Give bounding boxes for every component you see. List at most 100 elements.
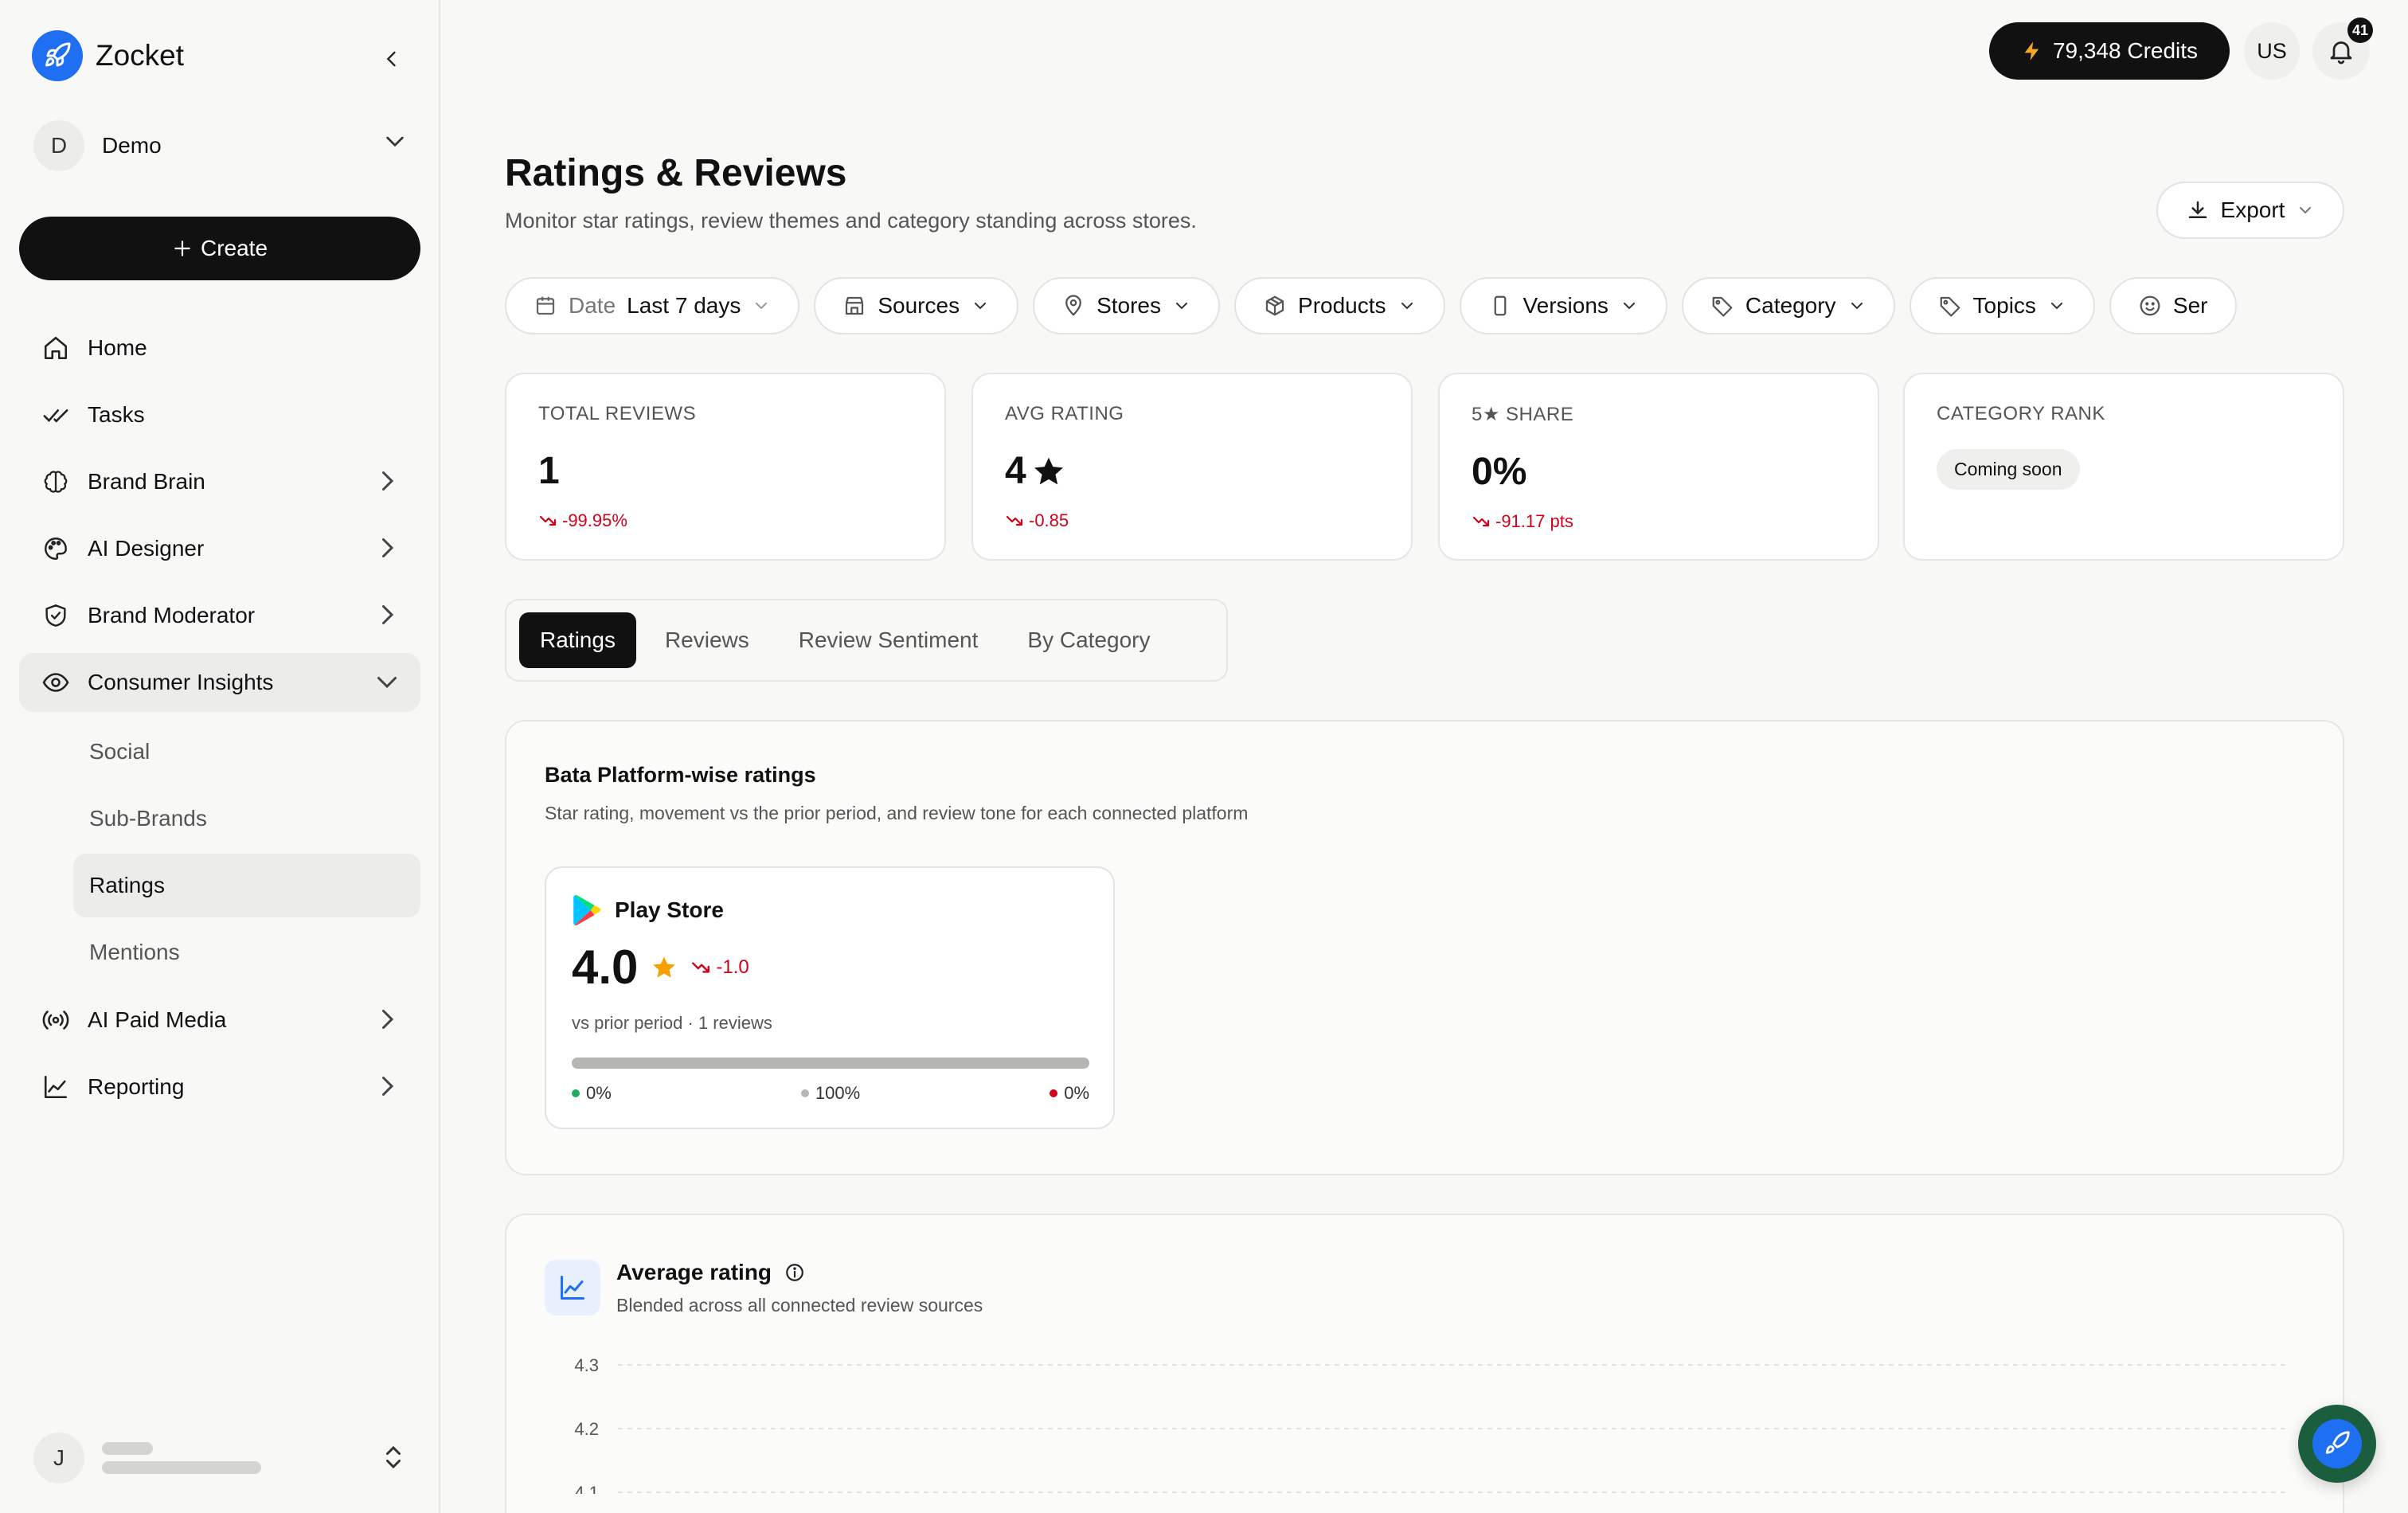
- brand[interactable]: Zocket: [32, 30, 184, 81]
- platform-note: vs prior period · 1 reviews: [572, 1013, 772, 1033]
- tab-ratings[interactable]: Ratings: [519, 612, 636, 668]
- brain-icon: [40, 466, 72, 498]
- kpi-label: TOTAL REVIEWS: [538, 403, 697, 424]
- platform-rating-value: 4.0: [572, 940, 639, 994]
- kpi-delta-text: -91.17 pts: [1495, 511, 1573, 531]
- shield-icon: [40, 600, 72, 631]
- date-filter-label: Date: [569, 293, 616, 318]
- tone-positive-value: 0%: [586, 1083, 612, 1103]
- chevron-right-icon: [382, 471, 394, 491]
- chevron-right-icon: [382, 1077, 394, 1096]
- kpi-value: 4: [1005, 449, 1379, 493]
- kpi-avg-rating: AVG RATING 4 -0.85: [971, 373, 1413, 561]
- redacted-user-name: [102, 1442, 153, 1455]
- sidebar-item-ai-paid-media[interactable]: AI Paid Media: [19, 991, 420, 1050]
- positive-dot: [572, 1089, 580, 1097]
- sentiment-filter-label: Ser: [2172, 293, 2208, 318]
- workspace-name: Demo: [102, 133, 162, 158]
- versions-filter[interactable]: Versions: [1459, 277, 1667, 334]
- tone-legend: 0% 100% 0%: [572, 1083, 1089, 1104]
- kpi-delta-text: -99.95%: [562, 510, 627, 530]
- credits-button[interactable]: 79,348 Credits: [1989, 22, 2230, 80]
- sidebar-item-ai-designer[interactable]: AI Designer: [19, 519, 420, 578]
- collapse-sidebar-button[interactable]: [374, 41, 409, 76]
- sentiment-filter[interactable]: Ser: [2109, 277, 2237, 334]
- topics-filter[interactable]: Topics: [1909, 277, 2095, 334]
- chart-subtitle: Blended across all connected review sour…: [616, 1295, 983, 1316]
- stores-filter[interactable]: Stores: [1033, 277, 1221, 334]
- tone-neutral-segment: [572, 1058, 1089, 1069]
- date-filter[interactable]: Date Last 7 days: [505, 277, 800, 334]
- calendar-icon: [536, 296, 555, 315]
- kpi-delta-text: -0.85: [1029, 510, 1069, 530]
- user-menu[interactable]: J: [33, 1432, 408, 1484]
- y-tick-label: 4.2: [574, 1419, 599, 1439]
- chevron-right-icon: [382, 538, 394, 557]
- sidebar-subitem-ratings[interactable]: Ratings: [73, 854, 420, 917]
- star-icon: [1034, 457, 1063, 484]
- platform-ratings-panel: Bata Platform-wise ratings Star rating, …: [505, 720, 2344, 1175]
- notifications-button[interactable]: 41: [2312, 18, 2373, 80]
- chart-line-icon: [545, 1260, 600, 1316]
- sidebar-item-tasks[interactable]: Tasks: [19, 385, 420, 444]
- sources-filter[interactable]: Sources: [814, 277, 1019, 334]
- sidebar-item-label: AI Designer: [88, 536, 205, 561]
- info-icon: [786, 1264, 803, 1281]
- platform-card-play-store[interactable]: Play Store 4.0 -1.0 vs prior period · 1 …: [545, 866, 1115, 1129]
- export-button[interactable]: Export: [2156, 182, 2344, 239]
- review-tone-bar: [572, 1058, 1089, 1069]
- palette-icon: [40, 533, 72, 565]
- sources-filter-label: Sources: [878, 293, 960, 318]
- platform-card-header: Play Store: [572, 893, 724, 927]
- region-selector[interactable]: US: [2244, 22, 2300, 80]
- redacted-user-email: [102, 1461, 261, 1474]
- filter-bar: Date Last 7 days Sources Stores Products…: [505, 277, 2344, 334]
- export-label: Export: [2220, 197, 2285, 222]
- broadcast-icon: [40, 1004, 72, 1036]
- sidebar-item-label: Consumer Insights: [88, 670, 274, 694]
- category-filter[interactable]: Category: [1681, 277, 1895, 334]
- tone-negative: 0%: [1050, 1083, 1089, 1104]
- panel-subtitle: Star rating, movement vs the prior perio…: [545, 803, 1249, 823]
- kpi-value: 0%: [1472, 450, 1846, 494]
- sidebar-subitem-label: Sub-Brands: [89, 806, 207, 831]
- workspace-avatar: D: [33, 120, 84, 171]
- tab-review-sentiment[interactable]: Review Sentiment: [778, 612, 999, 668]
- stores-filter-label: Stores: [1096, 293, 1162, 318]
- chevron-down-icon: [975, 303, 987, 310]
- workspace-switcher[interactable]: D Demo: [33, 119, 408, 172]
- chevron-down-icon: [1401, 303, 1413, 310]
- sidebar-item-brand-brain[interactable]: Brand Brain: [19, 452, 420, 511]
- sidebar-item-brand-moderator[interactable]: Brand Moderator: [19, 586, 420, 645]
- kpi-label: 5★ SHARE: [1472, 404, 1574, 425]
- panel-title: Bata Platform-wise ratings: [545, 763, 816, 787]
- sidebar-subitem-mentions[interactable]: Mentions: [73, 921, 420, 984]
- sidebar-subitem-sub-brands[interactable]: Sub-Brands: [73, 787, 420, 850]
- sidebar-item-reporting[interactable]: Reporting: [19, 1058, 420, 1116]
- tab-reviews[interactable]: Reviews: [644, 612, 770, 668]
- tone-negative-value: 0%: [1064, 1083, 1089, 1103]
- credits-label: 79,348 Credits: [2052, 38, 2199, 63]
- trend-down-icon: [1006, 515, 1023, 526]
- chart-line-icon: [40, 1071, 72, 1103]
- sidebar-subitem-label: Mentions: [89, 940, 180, 964]
- negative-dot: [1050, 1089, 1058, 1097]
- main-nav: Home Tasks Brand Brain AI Designer Brand…: [19, 319, 420, 1124]
- chevron-down-icon: [377, 677, 397, 689]
- sidebar-item-consumer-insights[interactable]: Consumer Insights: [19, 653, 420, 712]
- sidebar-item-home[interactable]: Home: [19, 319, 420, 377]
- chevron-down-icon: [386, 136, 404, 147]
- assistant-fab-button[interactable]: [2298, 1405, 2376, 1483]
- kpi-delta: -0.85: [1005, 510, 1379, 531]
- app-name: Zocket: [96, 39, 185, 72]
- user-avatar: J: [33, 1433, 84, 1484]
- sidebar-subitem-social[interactable]: Social: [73, 720, 420, 784]
- tone-neutral-value: 100%: [815, 1083, 861, 1103]
- sidebar-item-label: Reporting: [88, 1074, 185, 1099]
- map-pin-icon: [1065, 295, 1081, 316]
- tab-by-category[interactable]: By Category: [1007, 612, 1171, 668]
- create-button[interactable]: Create: [19, 217, 420, 280]
- sidebar-item-label: Brand Brain: [88, 469, 205, 494]
- kpi-delta: -91.17 pts: [1472, 511, 1846, 532]
- products-filter[interactable]: Products: [1234, 277, 1445, 334]
